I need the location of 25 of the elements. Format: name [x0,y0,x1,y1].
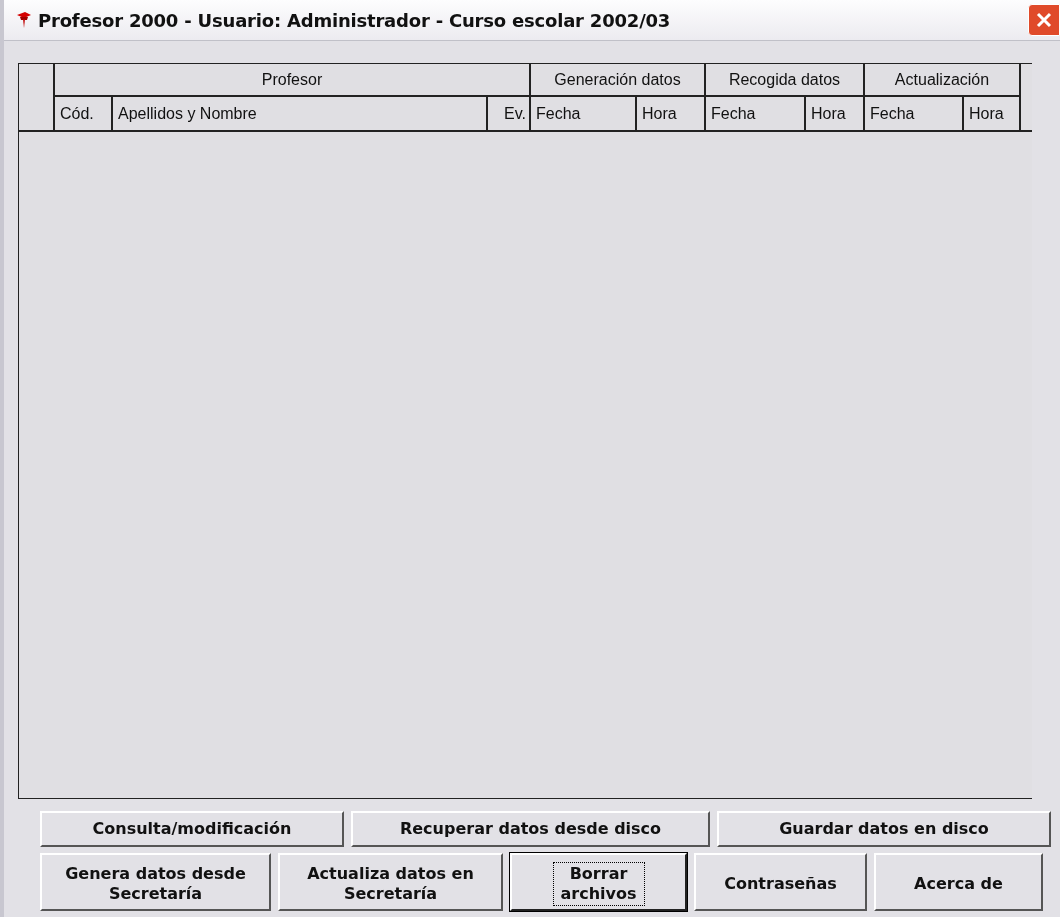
action-button[interactable]: Guardar datos en disco [717,811,1051,847]
column-header[interactable]: Ev. [488,97,531,130]
column-header[interactable]: Apellidos y Nombre [113,97,488,130]
column-header[interactable]: Fecha [865,97,964,130]
action-button[interactable]: Borrar archivos [510,853,687,911]
close-icon [1035,11,1053,29]
column-group-header: Actualización [865,64,1021,97]
window-title: Profesor 2000 - Usuario: Administrador - Curso escolar 2002/03 [38,9,671,31]
column-header[interactable]: Hora [806,97,865,130]
column-group-header: Generación datos [531,64,706,97]
column-header[interactable]: Hora [964,97,1021,130]
column-header[interactable]: Hora [637,97,706,130]
action-button[interactable]: Acerca de [874,853,1043,911]
column-header[interactable]: Fecha [531,97,637,130]
column-group-header: Profesor [55,64,531,97]
action-button[interactable]: Contraseñas [694,853,867,911]
column-group-header: Recogida datos [706,64,865,97]
close-button[interactable] [1028,4,1060,36]
data-grid[interactable]: Profesor Cód. Apellidos y Nombre Ev. Generación datos Fecha Hora Recogida datos Fecha Hora Actualización Fecha Hora [18,63,1032,799]
column-header[interactable]: Cód. [55,97,113,130]
action-button[interactable]: Genera datos desde Secretaría [40,853,271,911]
action-button[interactable]: Consulta/modificación [40,811,344,847]
action-button[interactable]: Recuperar datos desde disco [351,811,710,847]
column-header[interactable]: Fecha [706,97,806,130]
action-button[interactable]: Actualiza datos en Secretaría [278,853,503,911]
